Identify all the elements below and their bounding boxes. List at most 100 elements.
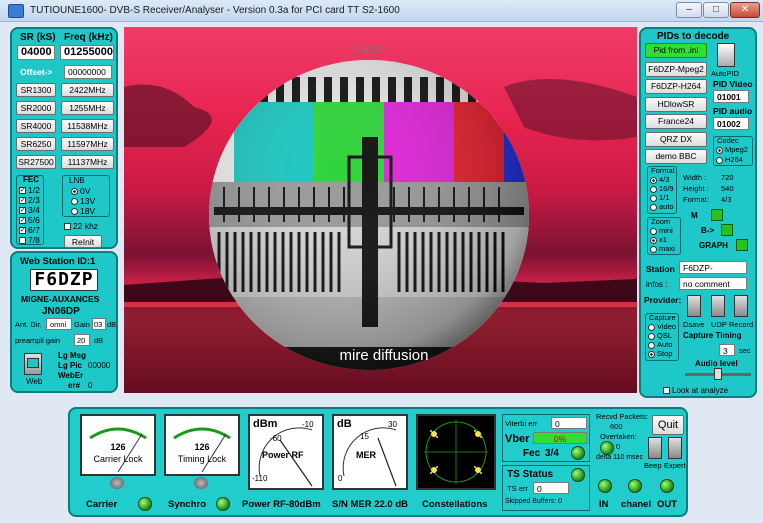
reinit-button[interactable]: ReInit — [64, 235, 102, 248]
m-label: M — [691, 211, 698, 220]
ant-field[interactable]: omni — [46, 318, 72, 330]
format-option[interactable]: 16/9 — [650, 184, 674, 193]
preset-sr-button[interactable]: SR1300 — [16, 83, 56, 97]
pid-preset-button[interactable]: France24 — [645, 114, 707, 129]
recvd-packets-label: Recvd Packets: — [596, 412, 649, 421]
err-label: er# — [68, 381, 81, 390]
fec-option[interactable]: ✓ 6/7 — [19, 225, 40, 235]
maximize-button[interactable]: □ — [703, 2, 729, 18]
height-value: 540 — [721, 184, 734, 193]
format-option[interactable]: 1/1 — [650, 193, 669, 202]
preset-sr-button[interactable]: SR6250 — [16, 137, 56, 151]
preset-freq-button[interactable]: 11538MHz — [61, 119, 114, 133]
tuning-panel: SR (kS) Freq (kHz) 04000 01255000 Offset… — [10, 27, 118, 249]
viterbi-label: Viterbi err — [505, 419, 538, 428]
infos-field[interactable]: no comment — [679, 277, 747, 290]
web-toggle[interactable] — [24, 353, 42, 375]
preset-sr-button[interactable]: SR2000 — [16, 101, 56, 115]
pid-preset-button[interactable]: demo BBC — [645, 149, 707, 164]
format-option[interactable]: auto — [650, 202, 674, 211]
constellation-display — [416, 414, 496, 490]
graph-indicator[interactable] — [736, 239, 748, 251]
title-bar: TUTIOUNE1600- DVB-S Receiver/Analyser - … — [0, 0, 763, 22]
fec-option[interactable]: ✓ 5/6 — [19, 215, 40, 225]
station-field[interactable]: F6DZP- — [679, 261, 747, 274]
fec-option[interactable]: ✓ 1/2 — [19, 185, 40, 195]
gain-label: Gain — [74, 320, 90, 329]
preset-freq-button[interactable]: 11137MHz — [61, 155, 114, 169]
capture-option[interactable]: Video — [648, 322, 676, 331]
dsave-label: Dsave — [683, 320, 705, 329]
capture-timing-label: Capture Timing — [683, 331, 742, 340]
b-label: B-> — [701, 226, 715, 235]
minimize-button[interactable]: – — [676, 2, 702, 18]
b-indicator[interactable] — [721, 224, 733, 236]
lnb-option[interactable]: 18V — [71, 206, 95, 216]
udp-toggle[interactable] — [711, 295, 725, 317]
preset-freq-button[interactable]: 11597MHz — [61, 137, 114, 151]
beep-toggle[interactable] — [648, 437, 662, 459]
timing-lock-knob[interactable] — [194, 477, 208, 489]
vber-label: Vber — [505, 433, 530, 445]
lnb-option[interactable]: 0V — [71, 186, 90, 196]
codec-option[interactable]: H264 — [716, 155, 743, 164]
khz22-checkbox[interactable]: 22 khz — [64, 221, 98, 231]
capture-option[interactable]: Auto — [648, 340, 672, 349]
format-group: Format 4/3 16/9 1/1 auto — [647, 166, 677, 214]
fec-option[interactable]: ✓ 2/3 — [19, 195, 40, 205]
zoom-option[interactable]: x1 — [650, 235, 667, 244]
mer-tick: 15 — [360, 432, 369, 441]
format-option[interactable]: 4/3 — [650, 175, 669, 184]
pid-video-field[interactable]: 01001 — [713, 90, 749, 103]
pid-audio-field[interactable]: 01002 — [713, 117, 749, 130]
capture-option[interactable]: Stop — [648, 349, 672, 358]
gain-unit: dB — [107, 320, 117, 329]
codec-option[interactable]: Mpeg2 — [716, 145, 748, 154]
pid-preset-button[interactable]: Pid from .ini — [645, 43, 707, 58]
audio-level-label: Audio level — [695, 359, 738, 368]
timing-field[interactable]: 3 — [719, 344, 735, 356]
offset-field[interactable]: 00000000 — [64, 65, 112, 79]
close-button[interactable]: ✕ — [730, 2, 760, 18]
preset-freq-button[interactable]: 1255MHz — [61, 101, 114, 115]
fec-option[interactable]: 7/8 — [19, 235, 40, 245]
audio-slider-thumb[interactable] — [714, 368, 722, 380]
pid-preset-button[interactable]: QRZ DX — [645, 132, 707, 147]
record-label: Record — [729, 320, 754, 329]
look-analyze-checkbox[interactable]: Look at analyze — [663, 386, 728, 395]
sr-value[interactable]: 04000 — [17, 45, 55, 60]
zoom-option[interactable]: maxi — [650, 244, 675, 253]
capture-option[interactable]: QSL — [648, 331, 672, 340]
locator: JN06DP — [42, 306, 80, 317]
quit-button[interactable]: Quit — [652, 415, 684, 435]
freq-value[interactable]: 01255000 — [60, 45, 114, 60]
overtaken-value: 0 — [616, 442, 621, 451]
dsave-toggle[interactable] — [687, 295, 701, 317]
zoom-option[interactable]: mini — [650, 226, 673, 235]
pid-preset-button[interactable]: F6DZP-Mpeg2 — [645, 62, 707, 77]
carrier-lock-label: Carrier Lock — [93, 454, 143, 464]
lnb-option[interactable]: 13V — [71, 196, 95, 206]
pid-preset-button[interactable]: HDlowSR — [645, 97, 707, 112]
expert-toggle[interactable] — [668, 437, 682, 459]
mer-name: MER — [356, 450, 376, 460]
record-toggle[interactable] — [734, 295, 748, 317]
preset-sr-button[interactable]: SR27500 — [16, 155, 56, 169]
gain-field[interactable]: 03 — [92, 318, 106, 330]
carrier-lock-knob[interactable] — [110, 477, 124, 489]
fec-led — [571, 446, 585, 460]
synchro-led — [216, 497, 230, 511]
chanel-led — [628, 479, 642, 493]
pid-preset-button[interactable]: F6DZP-H264 — [645, 79, 707, 94]
vber-value: 0% — [533, 432, 587, 444]
fec-option[interactable]: ✓ 3/4 — [19, 205, 40, 215]
m-indicator[interactable] — [711, 209, 723, 221]
preset-freq-button[interactable]: 2422MHz — [61, 83, 114, 97]
autopid-toggle[interactable] — [717, 43, 735, 67]
mer-gauge: dB 15 30 0 MER — [332, 414, 408, 490]
carrier-lock-value: 126 — [110, 442, 126, 452]
preset-sr-button[interactable]: SR4000 — [16, 119, 56, 133]
preampli-field[interactable]: 20 — [74, 334, 90, 346]
pid-panel-title: PIDs to decode — [657, 31, 730, 42]
power-rf-gauge: dBm -60 -10 -110 Power RF — [248, 414, 324, 490]
